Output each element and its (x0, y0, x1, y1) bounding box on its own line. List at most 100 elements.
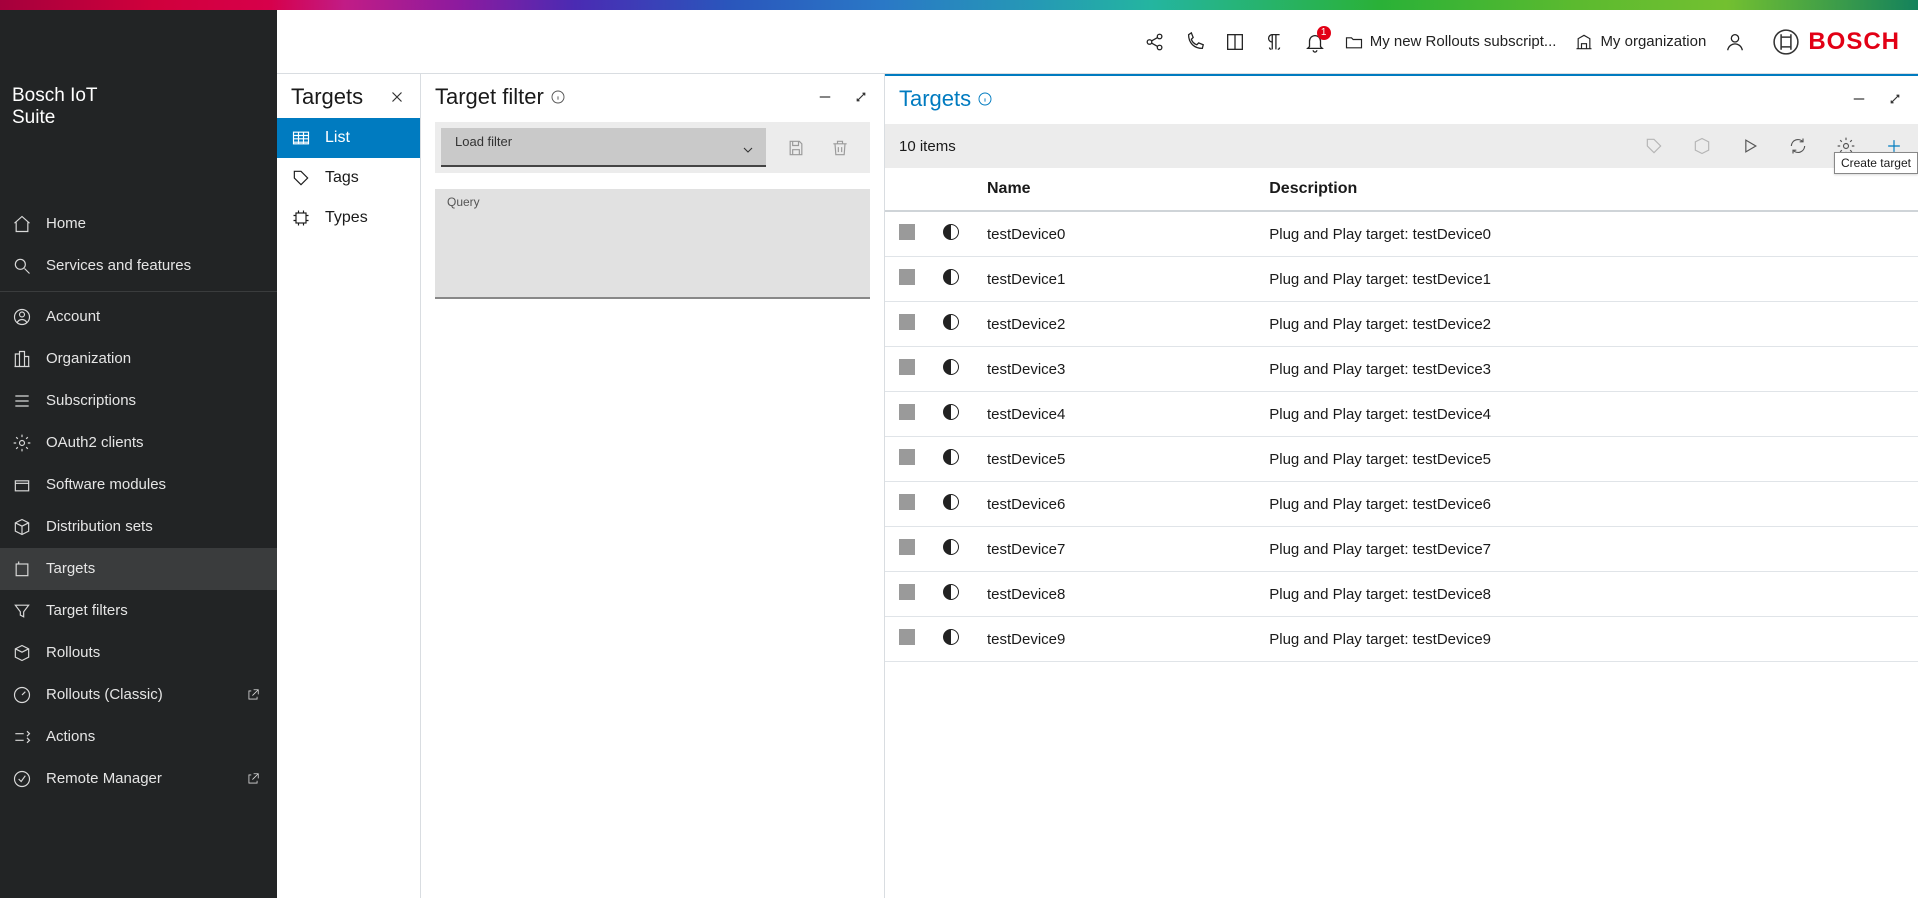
sidebar-item-label: Subscriptions (46, 392, 136, 409)
table-row[interactable]: testDevice9Plug and Play target: testDev… (885, 617, 1918, 662)
mini-item-tags[interactable]: Tags (277, 158, 420, 198)
external-link-icon (243, 772, 263, 786)
subscription-dropdown[interactable]: My new Rollouts subscript... (1344, 32, 1557, 52)
expand-icon[interactable] (1886, 90, 1904, 108)
actions-icon (12, 727, 32, 747)
cell-name: testDevice6 (973, 482, 1255, 527)
status-icon (943, 269, 959, 285)
create-target-tooltip: Create target (1834, 152, 1918, 174)
sidebar-item-home[interactable]: Home (0, 203, 277, 245)
minimize-icon[interactable] (1850, 90, 1868, 108)
paragraph-icon[interactable] (1264, 31, 1286, 53)
row-checkbox[interactable] (899, 269, 915, 285)
table-row[interactable]: testDevice5Plug and Play target: testDev… (885, 437, 1918, 482)
sidebar-item-services[interactable]: Services and features (0, 245, 277, 287)
cell-description: Plug and Play target: testDevice2 (1255, 302, 1918, 347)
table-row[interactable]: testDevice8Plug and Play target: testDev… (885, 572, 1918, 617)
row-checkbox[interactable] (899, 314, 915, 330)
close-icon[interactable] (388, 88, 406, 106)
sidebar-item-rollouts-classic[interactable]: Rollouts (Classic) (0, 674, 277, 716)
sidebar-item-distribution-sets[interactable]: Distribution sets (0, 506, 277, 548)
org-icon (1574, 32, 1594, 52)
target-icon (12, 559, 32, 579)
items-count-label: 10 items (899, 138, 956, 155)
table-row[interactable]: testDevice0Plug and Play target: testDev… (885, 211, 1918, 257)
row-checkbox[interactable] (899, 404, 915, 420)
share-icon[interactable] (1144, 31, 1166, 53)
assign-tag-icon[interactable] (1644, 136, 1664, 156)
filter-icon (12, 601, 32, 621)
col-name: Name (973, 168, 1255, 211)
table-row[interactable]: testDevice2Plug and Play target: testDev… (885, 302, 1918, 347)
sidebar-item-organization[interactable]: Organization (0, 338, 277, 380)
sidebar-item-subscriptions[interactable]: Subscriptions (0, 380, 277, 422)
targets-pane: Targets 10 items (885, 74, 1918, 898)
folder-icon (1344, 32, 1364, 52)
sidebar-item-targets[interactable]: Targets (0, 548, 277, 590)
table-row[interactable]: testDevice7Plug and Play target: testDev… (885, 527, 1918, 572)
package-icon (12, 643, 32, 663)
status-icon (943, 224, 959, 240)
sidebar-item-software-modules[interactable]: Software modules (0, 464, 277, 506)
cell-description: Plug and Play target: testDevice6 (1255, 482, 1918, 527)
row-checkbox[interactable] (899, 584, 915, 600)
play-icon[interactable] (1740, 136, 1760, 156)
mini-item-list[interactable]: List (277, 118, 420, 158)
status-icon (943, 539, 959, 555)
row-checkbox[interactable] (899, 539, 915, 555)
targets-mini-nav: Targets List Tags Types (277, 74, 421, 898)
row-checkbox[interactable] (899, 224, 915, 240)
sidebar-item-label: OAuth2 clients (46, 434, 144, 451)
phone-icon[interactable] (1184, 31, 1206, 53)
user-icon (12, 307, 32, 327)
save-icon[interactable] (786, 138, 806, 158)
app-title: Bosch IoT Suite (10, 85, 98, 129)
sidebar-item-label: Services and features (46, 257, 191, 274)
sidebar-item-oauth[interactable]: OAuth2 clients (0, 422, 277, 464)
table-row[interactable]: testDevice6Plug and Play target: testDev… (885, 482, 1918, 527)
row-checkbox[interactable] (899, 629, 915, 645)
expand-icon[interactable] (852, 88, 870, 106)
sidebar-item-rollouts[interactable]: Rollouts (0, 632, 277, 674)
package-icon (12, 517, 32, 537)
cell-name: testDevice0 (973, 211, 1255, 257)
organization-icon (12, 349, 32, 369)
table-row[interactable]: testDevice1Plug and Play target: testDev… (885, 257, 1918, 302)
chip-icon (291, 208, 311, 228)
row-checkbox[interactable] (899, 449, 915, 465)
load-filter-dropdown[interactable]: Load filter (441, 128, 766, 167)
org-label: My organization (1600, 33, 1706, 50)
refresh-icon[interactable] (1788, 136, 1808, 156)
brand-accent-bar (0, 0, 1918, 10)
sidebar-item-label: Remote Manager (46, 770, 162, 787)
minimize-icon[interactable] (816, 88, 834, 106)
filter-pane-title: Target filter (435, 84, 544, 110)
cell-name: testDevice8 (973, 572, 1255, 617)
book-icon[interactable] (1224, 31, 1246, 53)
collapse-sidebar-icon[interactable] (98, 28, 257, 187)
cell-description: Plug and Play target: testDevice8 (1255, 572, 1918, 617)
query-label: Query (447, 195, 858, 209)
info-icon[interactable] (550, 89, 566, 105)
info-icon[interactable] (977, 91, 993, 107)
grid-icon (291, 128, 311, 148)
row-checkbox[interactable] (899, 494, 915, 510)
notifications-button[interactable]: 1 (1304, 31, 1326, 53)
mini-item-label: List (325, 129, 350, 147)
mini-item-types[interactable]: Types (277, 198, 420, 238)
profile-icon[interactable] (1724, 31, 1746, 53)
status-icon (943, 584, 959, 600)
sidebar-item-target-filters[interactable]: Target filters (0, 590, 277, 632)
row-checkbox[interactable] (899, 359, 915, 375)
trash-icon[interactable] (830, 138, 850, 158)
table-row[interactable]: testDevice3Plug and Play target: testDev… (885, 347, 1918, 392)
sidebar-item-actions[interactable]: Actions (0, 716, 277, 758)
cell-name: testDevice2 (973, 302, 1255, 347)
external-link-icon (243, 688, 263, 702)
table-row[interactable]: testDevice4Plug and Play target: testDev… (885, 392, 1918, 437)
sidebar-item-account[interactable]: Account (0, 296, 277, 338)
query-input[interactable]: Query (435, 189, 870, 299)
sidebar-item-remote-manager[interactable]: Remote Manager (0, 758, 277, 800)
org-dropdown[interactable]: My organization (1574, 32, 1706, 52)
assign-ds-icon[interactable] (1692, 136, 1712, 156)
